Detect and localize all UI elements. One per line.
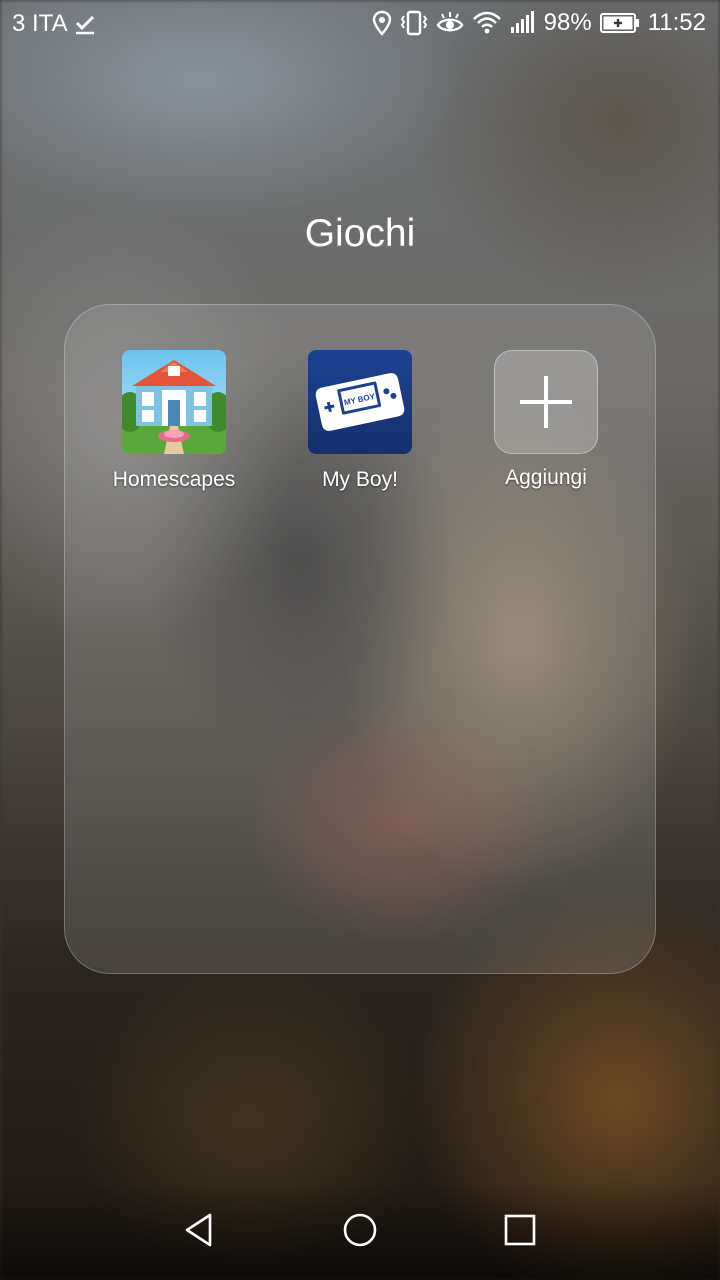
status-left: 3 ITA: [12, 10, 96, 38]
folder-title[interactable]: Giochi: [0, 212, 720, 256]
app-label: Homescapes: [112, 468, 236, 491]
my-boy-icon: MY BOY: [308, 350, 412, 454]
eye-comfort-icon: [436, 11, 464, 35]
app-my-boy[interactable]: MY BOY My Boy!: [280, 350, 440, 492]
folder-panel: Homescapes MY BOY My Boy! Aggiungi: [64, 304, 656, 974]
homescapes-icon: [122, 350, 226, 454]
home-button[interactable]: [336, 1208, 384, 1256]
app-homescapes[interactable]: Homescapes: [94, 350, 254, 492]
checkmark-icon: [74, 13, 96, 35]
status-bar: 3 ITA 98% 11:52: [0, 0, 720, 50]
recents-icon: [502, 1212, 538, 1253]
app-label: My Boy!: [322, 468, 398, 491]
vibrate-icon: [400, 10, 428, 36]
signal-icon: [510, 11, 536, 35]
add-app-button[interactable]: Aggiungi: [466, 350, 626, 490]
clock: 11:52: [647, 9, 706, 36]
recents-button[interactable]: [496, 1208, 544, 1256]
wifi-icon: [472, 11, 502, 35]
carrier-text: 3 ITA: [12, 10, 68, 37]
battery-percent: 98%: [543, 9, 592, 36]
navigation-bar: [0, 1184, 720, 1280]
back-icon: [182, 1212, 218, 1253]
home-screen: 3 ITA 98% 11:52 Giochi Homescapes MY BOY…: [0, 0, 720, 1280]
app-label: Aggiungi: [505, 466, 587, 489]
location-icon: [372, 10, 392, 36]
plus-icon: [494, 350, 598, 454]
back-button[interactable]: [176, 1208, 224, 1256]
home-icon: [342, 1212, 378, 1253]
battery-charging-icon: [599, 12, 640, 34]
status-right: 98% 11:52: [372, 9, 706, 37]
